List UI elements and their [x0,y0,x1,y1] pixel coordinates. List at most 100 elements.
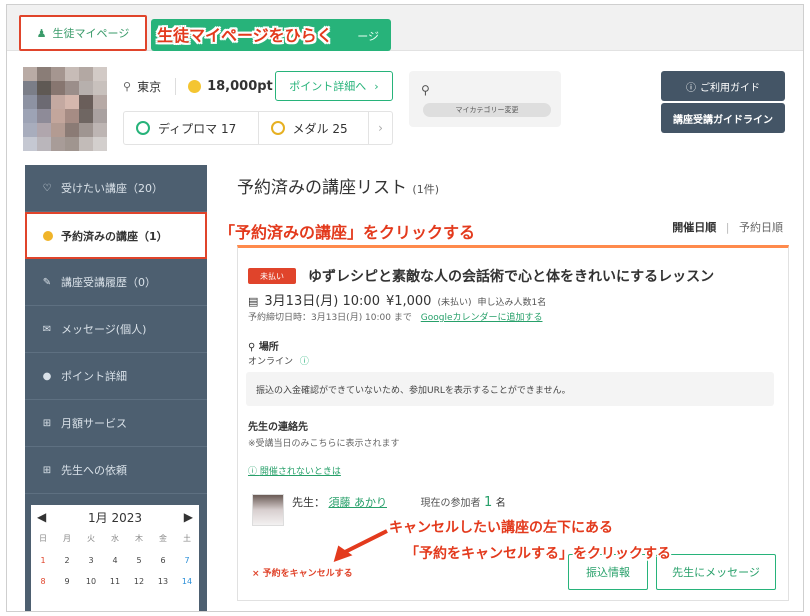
next-month-icon[interactable]: ▶ [184,510,193,524]
sidebar-item-points[interactable]: ● ポイント詳細 [25,353,207,400]
prev-month-icon[interactable]: ◀ [37,510,46,524]
course-date: 3月13日(月) 10:00 [264,294,380,309]
add-to-google-calendar-link[interactable]: Googleカレンダーに追加する [421,313,543,323]
annotation-arrow [333,529,388,563]
place-label: ⚲ 場所 [248,338,279,353]
diploma-icon [136,121,150,135]
teacher-contact-note: ※受講当日のみこちらに表示されます [248,439,400,449]
calendar-day[interactable]: 5 [127,556,151,565]
sidebar-item-label: ポイント詳細 [61,370,127,383]
sort-by-reservation-date[interactable]: 予約日順 [739,221,783,234]
weekday: 火 [87,534,95,543]
profile-summary: ⚲ 東京 18,000pt [123,73,273,99]
calendar-day[interactable]: 11 [103,577,127,586]
participants-count: 1 [484,495,493,510]
not-held-link-text: 開催されないときは [259,467,341,477]
calendar-day[interactable]: 3 [79,556,103,565]
annotation-open-mypage: 生徒マイページをひらく [157,26,333,45]
deadline-text: 予約締切日時：3月13日(月) 10:00 まで [248,313,412,323]
sidebar-item-label: 受けたい講座（20） [61,182,163,195]
message-teacher-button[interactable]: 先生にメッセージ [656,554,776,590]
sort-options: 開催日順 | 予約日順 [672,219,783,235]
location-pin-icon: ⚲ [248,342,256,353]
guideline-button[interactable]: 講座受講ガイドライン [661,103,785,133]
calendar-day[interactable]: 14 [175,577,199,586]
coin-icon: ● [42,370,52,382]
weekday: 日 [39,534,47,543]
teacher-contact-label: 先生の連絡先 [248,422,308,433]
guideline-button-label: 講座受講ガイドライン [673,114,773,126]
guide-button[interactable]: ⓘ ご利用ガイド [661,71,785,101]
sidebar-item-monthly[interactable]: ⊞ 月額サービス [25,400,207,447]
sidebar-item-messages[interactable]: ✉ メッセージ(個人) [25,306,207,353]
sidebar-item-label: 先生への依頼 [61,464,127,477]
medal-label: メダル 25 [292,121,348,136]
calendar-day[interactable]: 7 [175,556,199,565]
calendar-day[interactable]: 4 [103,556,127,565]
sidebar-item-label: 予約済みの講座（1） [61,229,168,243]
coin-icon [188,79,202,93]
sidebar-item-wishlist[interactable]: ♡ 受けたい講座（20） [25,165,207,212]
sidebar: ♡ 受けたい講座（20） 予約済みの講座（1） ✎ 講座受講履歴（0） ✉ メッ… [25,165,207,611]
diploma-label: ディプロマ 17 [158,121,237,136]
location: ⚲ 東京 [123,77,177,95]
sort-separator: | [725,221,730,234]
calendar-day[interactable]: 8 [31,577,55,586]
calendar-day[interactable]: 9 [55,577,79,586]
tab-student-mypage[interactable]: ♟ 生徒マイページ [19,15,147,51]
sidebar-item-history[interactable]: ✎ 講座受講履歴（0） [25,259,207,306]
place-value: オンライン ⓘ [248,354,309,367]
participants-unit: 名 [495,498,506,509]
chevron-right-icon[interactable]: › [368,112,392,144]
guide-button-label: ご利用ガイド [700,82,760,94]
points-value: 18,000pt [207,78,273,94]
page-frame: ♟ 生徒マイページ ージ 生徒マイページをひらく ⚲ 東京 18,000pt ポ… [6,4,804,612]
cancel-reservation-link[interactable]: × 予約をキャンセルする [252,566,353,579]
category-change-button[interactable]: マイカテゴリー変更 [423,103,551,117]
medal-icon [270,121,285,135]
teacher-prefix: 先生： [292,496,325,509]
calendar-day[interactable]: 2 [55,556,79,565]
calendar-month: 1月 2023 [88,510,142,525]
tab-student-mypage-label: 生徒マイページ [52,27,130,40]
teacher-avatar[interactable] [252,494,284,526]
question-icon: ⓘ [686,82,696,94]
weekday: 金 [159,534,167,543]
applicants-count: 申し込み人数1名 [477,298,547,308]
grid-icon: ⊞ [42,464,52,476]
not-held-link[interactable]: ⓘ 開催されないときは [248,464,341,477]
calendar-day[interactable]: 10 [79,577,103,586]
help-icon[interactable]: ⓘ [300,357,309,367]
page-title-text: 予約済みの講座リスト [237,178,407,198]
point-detail-button[interactable]: ポイント詳細へ › [275,71,393,101]
calendar-header: ◀ 1月 2023 ▶ [31,505,199,529]
calendar-day[interactable]: 13 [151,577,175,586]
mail-icon: ✉ [42,323,52,335]
sidebar-item-request[interactable]: ⊞ 先生への依頼 [25,447,207,494]
course-schedule: ▤ 3月13日(月) 10:00 ¥1,000 (未払い) 申し込み人数1名 [248,290,546,309]
weekday: 木 [135,534,143,543]
calendar-day[interactable]: 1 [31,556,55,565]
unpaid-note: (未払い) [437,298,472,308]
participants-label: 現在の参加者 [420,498,481,509]
teacher-name-link[interactable]: 須藤 あかり [329,496,388,509]
calendar-day[interactable]: 6 [151,556,175,565]
info-icon: ⓘ [248,467,258,477]
course-title[interactable]: ゆずレシピと素敵な人の会話術で心と体をきれいにするレッスン [308,266,714,286]
sort-by-event-date[interactable]: 開催日順 [672,221,716,234]
category-icon: ⚲ [421,83,430,97]
weekday: 月 [63,534,71,543]
person-icon: ♟ [36,26,47,40]
calendar-day[interactable]: 12 [127,577,151,586]
sidebar-item-reserved[interactable]: 予約済みの講座（1） [25,212,207,259]
diploma-count[interactable]: ディプロマ 17 [124,112,259,144]
medal-count[interactable]: メダル 25 [259,112,369,144]
teacher-info: 先生： 須藤 あかり 現在の参加者 1 名 [292,494,506,510]
reservation-deadline: 予約締切日時：3月13日(月) 10:00 まで Googleカレンダーに追加す… [248,310,543,323]
grid-icon: ⊞ [42,417,52,429]
my-category-box: ⚲ マイカテゴリー変更 [409,71,561,127]
annotation-cancel-line1: キャンセルしたい講座の左下にある [389,520,613,536]
weekday: 土 [183,534,191,543]
chevron-right-icon: › [374,79,379,93]
place-label-text: 場所 [258,342,279,353]
